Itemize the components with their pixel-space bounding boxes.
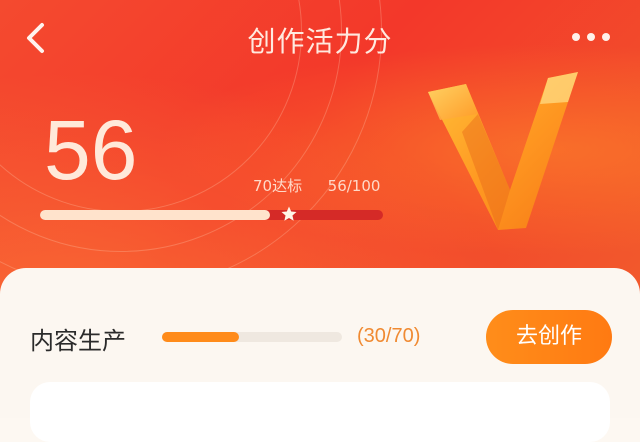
score-progress-fill: [40, 210, 271, 220]
task-progress-fill: [162, 332, 240, 342]
content-panel: [30, 382, 610, 442]
score-progress-text: 56/100: [327, 177, 381, 195]
hero-banner: 创作活力分 56 70达标 56/100: [0, 0, 640, 300]
star-icon: [280, 205, 298, 223]
score-target-text: 70达标 56/100: [253, 175, 380, 196]
more-dots-icon[interactable]: [572, 30, 612, 44]
task-label: 内容生产: [30, 327, 126, 355]
task-progress-bar: [162, 332, 342, 342]
page-title: 创作活力分: [247, 25, 393, 58]
score-progress-bar: [40, 210, 383, 220]
target-label: 70达标: [253, 177, 303, 195]
score-value: 56: [44, 103, 138, 197]
v-badge-icon: [418, 62, 590, 234]
task-progress-text: (30/70): [357, 325, 421, 347]
task-card: 内容生产 (30/70) 去创作: [0, 268, 640, 442]
go-create-button[interactable]: 去创作: [486, 310, 612, 364]
